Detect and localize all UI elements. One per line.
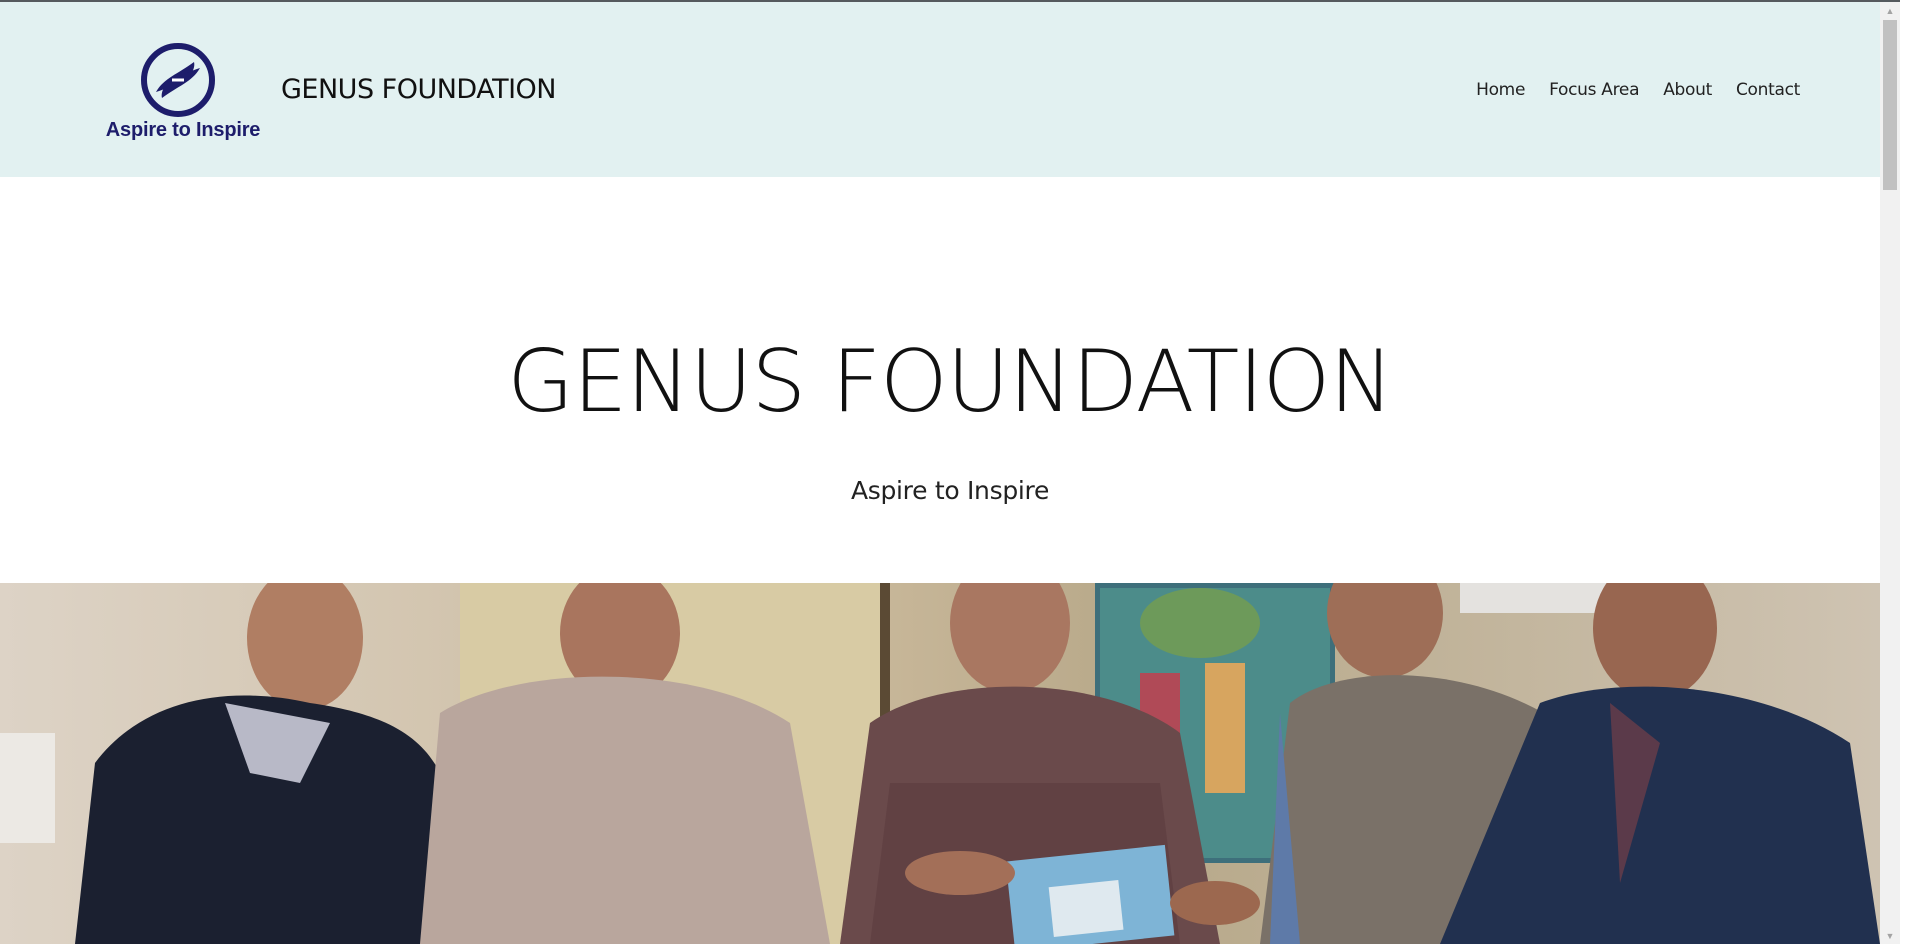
page: Aspire to Inspire GENUS FOUNDATION Home … bbox=[0, 0, 1900, 944]
nav-item-focus-area[interactable]: Focus Area bbox=[1537, 80, 1651, 100]
site-title[interactable]: GENUS FOUNDATION bbox=[281, 74, 557, 105]
page-scrollbar[interactable]: ▲ ▼ bbox=[1880, 2, 1900, 944]
group-photo-image bbox=[0, 583, 1900, 944]
triangle-up-icon[interactable]: ▲ bbox=[1880, 2, 1900, 19]
hero-photo bbox=[0, 583, 1900, 944]
triangle-down-icon[interactable]: ▼ bbox=[1880, 927, 1900, 944]
hands-logo-icon bbox=[141, 43, 215, 117]
nav-item-home[interactable]: Home bbox=[1464, 80, 1537, 100]
logo-tagline: Aspire to Inspire bbox=[105, 119, 261, 141]
nav-item-contact[interactable]: Contact bbox=[1724, 80, 1800, 100]
site-header: Aspire to Inspire GENUS FOUNDATION Home … bbox=[0, 2, 1900, 177]
hero-subtitle: Aspire to Inspire bbox=[850, 476, 1050, 505]
hero-title: GENUS FOUNDATION bbox=[507, 332, 1393, 432]
scrollbar-thumb[interactable] bbox=[1883, 20, 1897, 190]
site-logo[interactable]: Aspire to Inspire bbox=[100, 40, 266, 146]
nav-item-about[interactable]: About bbox=[1651, 80, 1724, 100]
main-nav: Home Focus Area About Contact bbox=[1464, 80, 1800, 100]
